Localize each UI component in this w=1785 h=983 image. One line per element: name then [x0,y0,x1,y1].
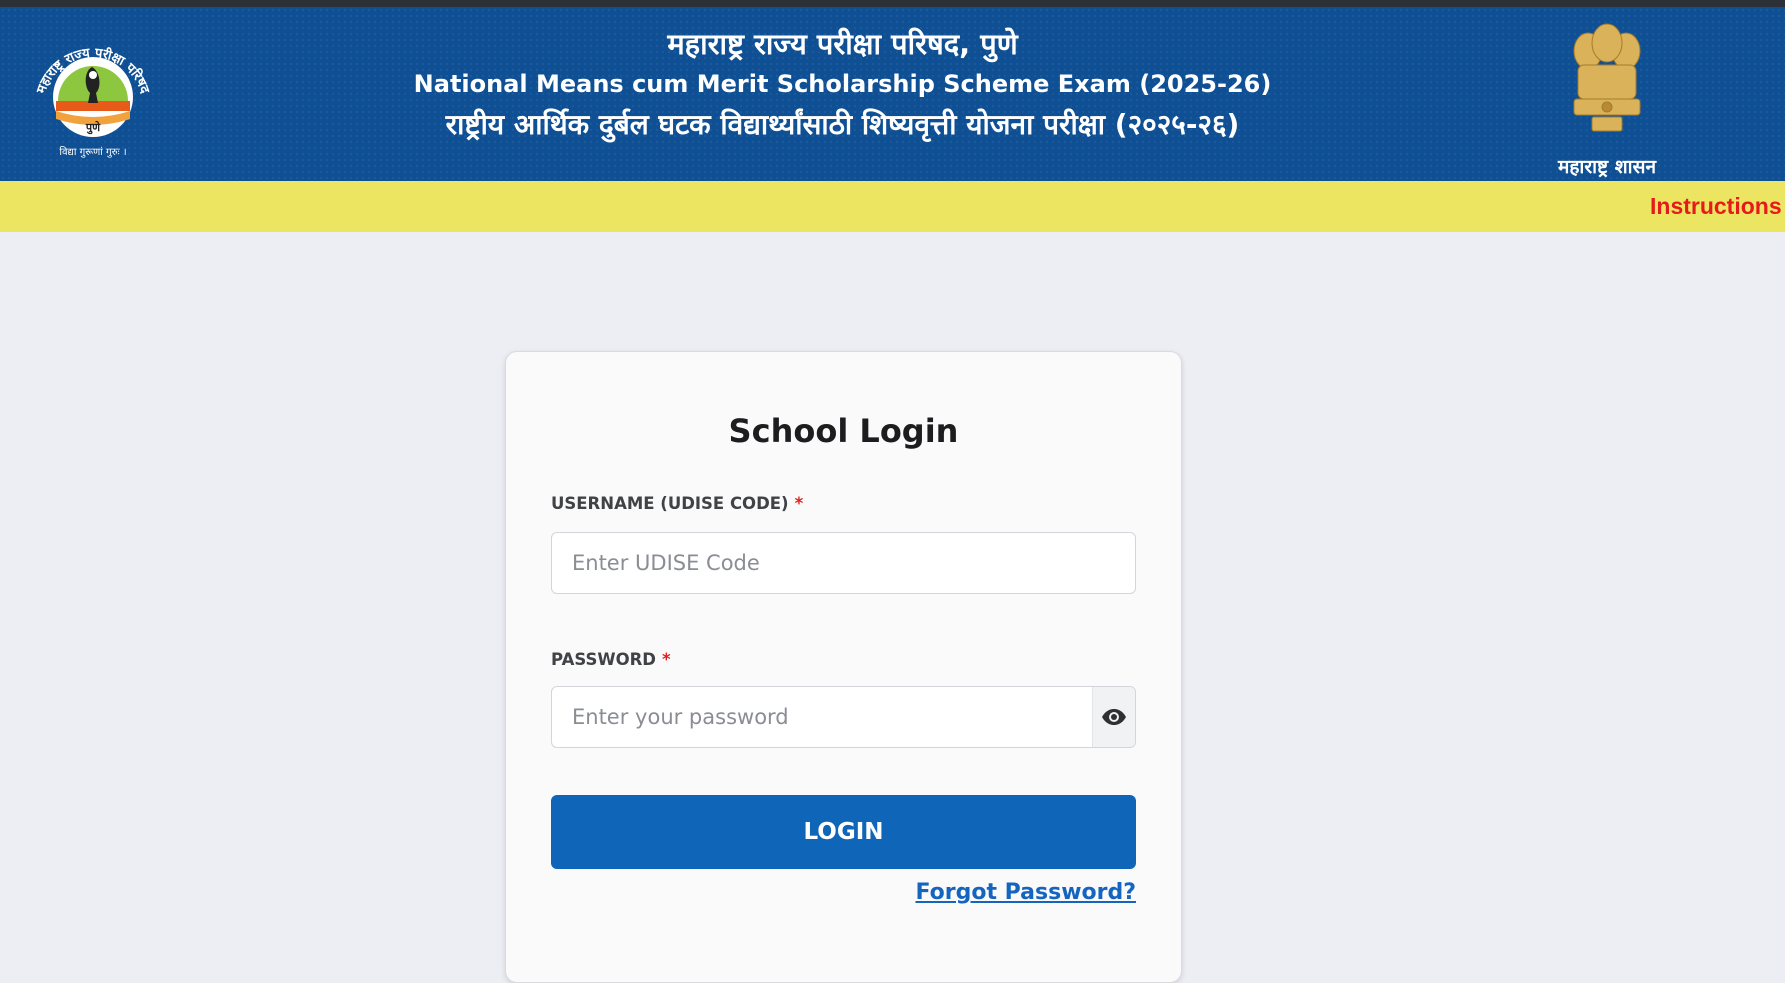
exam-title-english: National Means cum Merit Scholarship Sch… [413,70,1272,98]
login-card: School Login USERNAME (UDISE CODE) * PASS… [505,351,1182,983]
site-header: महाराष्ट्र राज्य परीक्षा परिषद पुणे विद्… [0,7,1785,181]
eye-icon [1102,709,1126,725]
password-label: PASSWORD * [551,650,671,669]
logo-city: पुणे [85,120,101,135]
exam-council-logo: महाराष्ट्र राज्य परीक्षा परिषद पुणे विद्… [28,31,158,163]
username-label: USERNAME (UDISE CODE) * [551,494,803,513]
state-emblem-icon [1573,23,1641,132]
forgot-password-link[interactable]: Forgot Password? [915,880,1136,905]
exam-title-marathi: राष्ट्रीय आर्थिक दुर्बल घटक विद्यार्थ्या… [445,108,1240,141]
username-label-text: USERNAME (UDISE CODE) [551,494,789,513]
maharashtra-govt-logo: महाराष्ट्र शासन [1548,21,1666,181]
council-title: महाराष्ट्र राज्य परीक्षा परिषद, पुणे [667,27,1018,61]
required-mark: * [794,494,804,513]
instructions-marquee: Instructions [0,181,1785,232]
state-exam-council-logo-icon: महाराष्ट्र राज्य परीक्षा परिषद पुणे विद्… [34,46,152,158]
password-field-wrapper [551,686,1136,748]
udise-code-input[interactable] [551,532,1136,594]
top-strip [0,0,1785,7]
login-button[interactable]: LOGIN [551,795,1136,869]
emblem-caption: महाराष्ट्र शासन [1557,156,1656,178]
password-label-text: PASSWORD [551,650,657,669]
login-title: School Login [728,412,959,450]
required-mark: * [662,650,671,669]
instructions-link[interactable]: Instructions [1650,193,1782,220]
header-titles: महाराष्ट्र राज्य परीक्षा परिषद, पुणे Nat… [360,23,1325,147]
show-password-toggle[interactable] [1092,687,1135,747]
password-input[interactable] [551,686,1136,748]
logo-motto: विद्या गुरूणां गुरुः । [59,146,126,158]
